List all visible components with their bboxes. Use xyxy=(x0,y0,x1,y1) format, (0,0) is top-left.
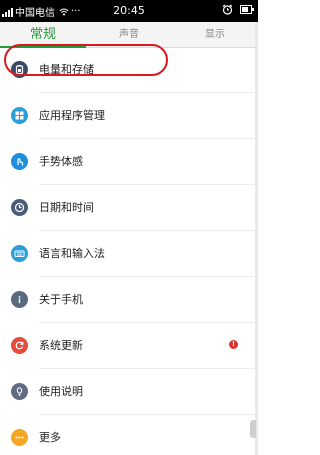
status-right xyxy=(222,4,254,15)
item-label: 系统更新 xyxy=(39,339,83,352)
item-label: 关于手机 xyxy=(39,293,83,306)
clock-icon xyxy=(11,199,28,216)
battery-storage-icon xyxy=(11,61,28,78)
apps-icon xyxy=(11,107,28,124)
list-item-date-time[interactable]: 日期和时间 xyxy=(0,185,258,231)
item-label: 手势体感 xyxy=(39,155,83,168)
item-label: 日期和时间 xyxy=(39,201,94,214)
item-label: 更多 xyxy=(39,431,61,444)
battery-icon xyxy=(240,5,254,14)
item-label: 应用程序管理 xyxy=(39,109,105,122)
list-item-user-guide[interactable]: 使用说明 xyxy=(0,369,258,415)
list-item-about-phone[interactable]: 关于手机 xyxy=(0,277,258,323)
list-item-gesture[interactable]: 手势体感 xyxy=(0,139,258,185)
list-item-battery-storage[interactable]: 电量和存储 xyxy=(0,47,258,93)
lightbulb-icon xyxy=(11,383,28,400)
refresh-icon xyxy=(11,337,28,354)
list-item-language-input[interactable]: 语言和输入法 xyxy=(0,231,258,277)
right-edge xyxy=(255,22,258,455)
tab-general[interactable]: 常规 xyxy=(0,22,86,47)
list-item-more[interactable]: 更多 xyxy=(0,415,258,455)
list-item-app-management[interactable]: 应用程序管理 xyxy=(0,93,258,139)
settings-screen: 中国电信 ··· 20:45 常规 声音 显示 电量和存储 应用程序管理 手势体… xyxy=(0,0,258,455)
more-icon xyxy=(11,429,28,446)
tab-display[interactable]: 显示 xyxy=(172,22,258,47)
alarm-icon xyxy=(222,4,233,15)
gesture-icon xyxy=(11,153,28,170)
status-bar: 中国电信 ··· 20:45 xyxy=(0,0,258,22)
status-time: 20:45 xyxy=(113,4,145,17)
tab-sound[interactable]: 声音 xyxy=(86,22,172,47)
item-label: 语言和输入法 xyxy=(39,247,105,260)
scroll-handle[interactable] xyxy=(250,420,256,438)
tab-bar: 常规 声音 显示 xyxy=(0,22,258,48)
info-icon xyxy=(11,291,28,308)
update-badge: ! xyxy=(229,340,238,349)
item-label: 使用说明 xyxy=(39,385,83,398)
item-label: 电量和存储 xyxy=(39,63,94,76)
list-item-system-update[interactable]: 系统更新 ! xyxy=(0,323,258,369)
keyboard-icon xyxy=(11,245,28,262)
